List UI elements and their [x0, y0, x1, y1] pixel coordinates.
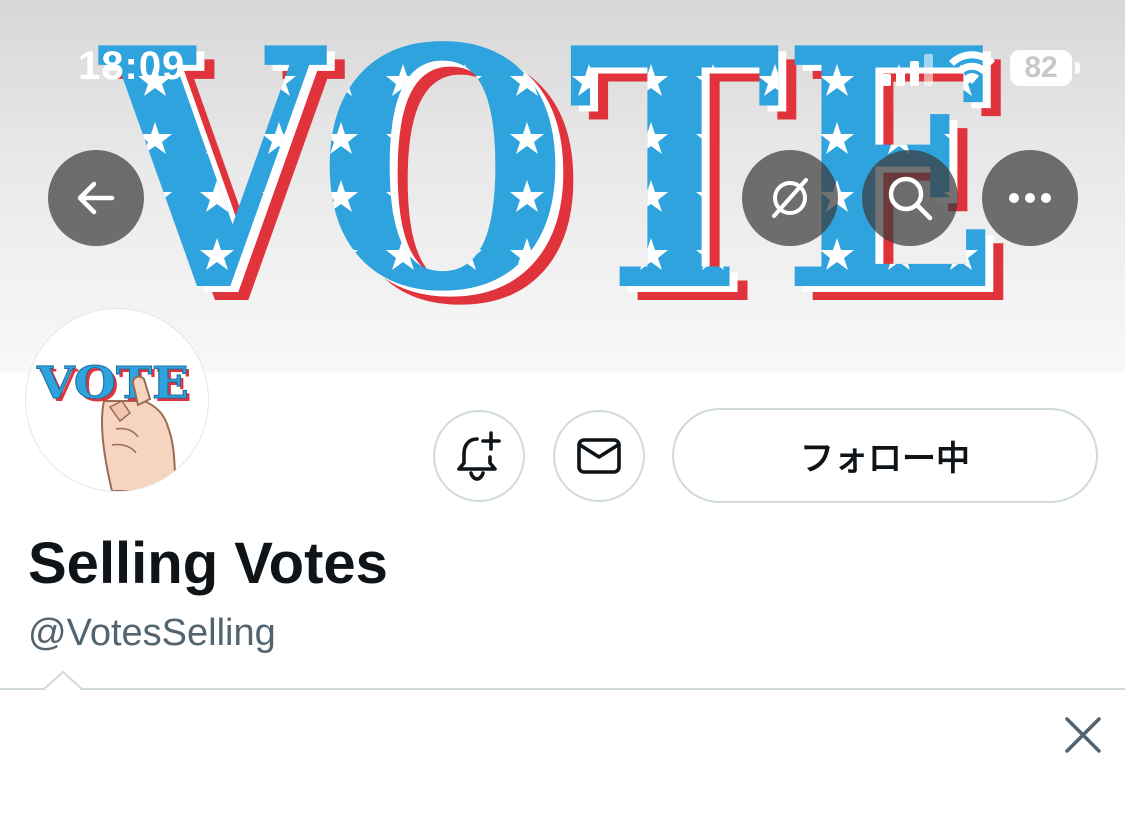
grok-button[interactable]: [742, 150, 838, 246]
following-button-label: フォロー中: [800, 439, 970, 479]
display-name: Selling Votes: [28, 531, 388, 596]
avatar-vote-hand-image: VOTE VOTE: [26, 309, 208, 491]
status-time: 18:09: [78, 44, 186, 88]
avatar-vote-text: VOTE: [36, 358, 189, 409]
close-icon[interactable]: [1062, 714, 1104, 756]
popover-divider: [0, 688, 1125, 690]
popover-notch: [44, 671, 82, 690]
following-button[interactable]: フォロー中: [672, 408, 1098, 503]
back-button[interactable]: [48, 150, 144, 246]
avatar[interactable]: VOTE VOTE: [26, 309, 208, 491]
more-icon: [1009, 193, 1051, 203]
back-arrow-icon: [77, 181, 115, 215]
search-icon: [888, 176, 933, 221]
mail-icon: [577, 438, 621, 474]
battery-indicator: 82: [1010, 50, 1072, 86]
message-button[interactable]: [553, 410, 645, 502]
search-button[interactable]: [862, 150, 958, 246]
notifications-button[interactable]: [433, 410, 525, 502]
more-button[interactable]: [982, 150, 1078, 246]
cellular-signal-icon: [882, 54, 934, 86]
grok-icon: [772, 178, 808, 218]
wifi-icon: [949, 51, 995, 84]
bell-plus-icon: [457, 431, 501, 481]
battery-level: 82: [1024, 51, 1058, 84]
user-handle: @VotesSelling: [28, 612, 276, 654]
battery-cap: [1075, 62, 1080, 74]
